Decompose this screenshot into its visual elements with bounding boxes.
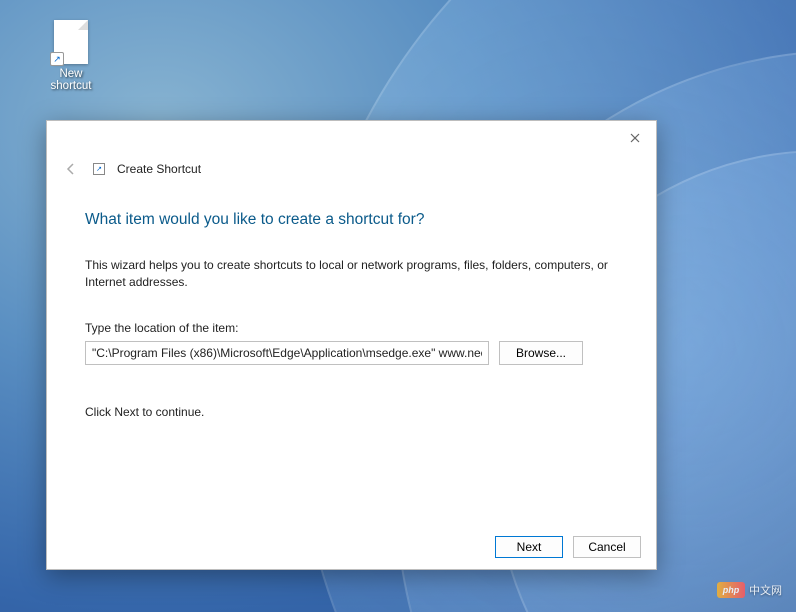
back-button [61,159,81,179]
watermark-text: 中文网 [749,582,782,598]
desktop-icon-label: New shortcut [38,68,104,92]
watermark: php 中文网 [717,582,782,598]
shortcut-overlay-icon: ↗ [50,52,64,66]
location-label: Type the location of the item: [85,321,618,335]
dialog-body: What item would you like to create a sho… [47,189,656,525]
wizard-heading: What item would you like to create a sho… [85,211,618,229]
wizard-header: ↗ Create Shortcut [47,159,656,189]
file-icon: ↗ [54,20,88,64]
location-input[interactable] [85,341,489,365]
dialog-titlebar[interactable] [47,121,656,159]
shortcut-small-icon: ↗ [93,163,105,175]
dialog-title: Create Shortcut [117,162,201,176]
watermark-logo: php [717,582,745,598]
wizard-description: This wizard helps you to create shortcut… [85,257,615,291]
create-shortcut-dialog: ↗ Create Shortcut What item would you li… [46,120,657,570]
close-button[interactable] [626,129,644,147]
back-arrow-icon [64,162,78,176]
cancel-button[interactable]: Cancel [573,536,641,558]
close-icon [630,133,640,143]
desktop-shortcut-icon[interactable]: ↗ New shortcut [38,20,104,92]
dialog-footer: Next Cancel [47,525,656,569]
location-input-row: Browse... [85,341,618,365]
continue-text: Click Next to continue. [85,405,618,419]
browse-button[interactable]: Browse... [499,341,583,365]
next-button[interactable]: Next [495,536,563,558]
